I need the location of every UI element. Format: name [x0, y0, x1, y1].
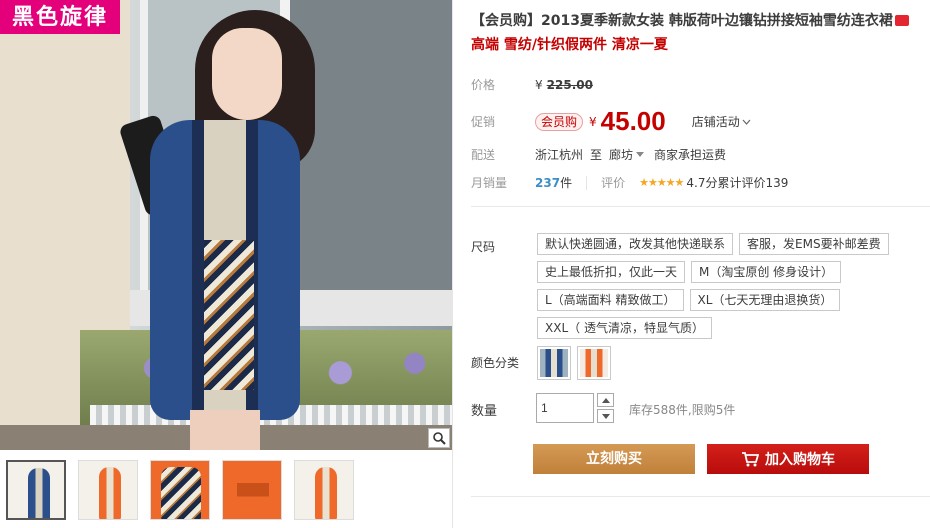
quantity-decrease-button[interactable] — [597, 409, 614, 423]
original-price-label: 价格 — [471, 78, 496, 92]
add-to-cart-button[interactable]: 加入购物车 — [707, 444, 869, 474]
quantity-input[interactable] — [536, 393, 594, 423]
shop-activity-label: 店铺活动 — [691, 115, 740, 129]
divider-line — [471, 206, 930, 207]
shipping-to-word: 至 — [590, 148, 603, 162]
thumbnail-5[interactable] — [294, 460, 354, 520]
original-price-value: 225.00 — [546, 77, 593, 92]
color-label: 颜色分类 — [471, 356, 520, 370]
total-reviews-count: 139 — [765, 176, 789, 190]
product-gallery: 黑色旋律 — [0, 0, 452, 528]
quantity-increase-button[interactable] — [597, 393, 614, 407]
size-options: 默认快递圆通，改发其他快递联系 客服，发EMS要补邮差费 史上最低折扣，仅此一天… — [537, 233, 927, 339]
stock-info: 库存588件,限购5件 — [629, 403, 736, 417]
product-title: 【会员购】2013夏季新款女装 韩版荷叶边镶钻拼接短袖雪纺连衣裙 — [471, 10, 930, 32]
total-reviews-link[interactable]: 累计评价139 — [718, 174, 789, 191]
promo-price-row: 促销 会员购 ¥ 45.00 店铺活动 — [471, 106, 751, 137]
cart-icon — [742, 452, 759, 467]
shipping-from: 浙江杭州 — [535, 148, 584, 162]
rating-label: 评价 — [601, 176, 626, 190]
shipping-label: 配送 — [471, 148, 496, 162]
arrow-down-icon — [601, 413, 610, 419]
rating-stars-icon: ★★★★★ — [639, 176, 684, 189]
product-subtitle: 高端 雪纺/针织假两件 清凉一夏 — [471, 37, 668, 53]
promo-label: 促销 — [471, 115, 496, 129]
member-badge: 会员购 — [535, 112, 584, 131]
original-price: ¥225.00 — [535, 78, 593, 92]
shop-activity-dropdown[interactable]: 店铺活动 — [692, 113, 751, 130]
size-option[interactable]: XL（七天无理由退换货） — [689, 289, 841, 311]
caret-down-icon — [636, 152, 645, 157]
zoom-icon[interactable] — [428, 428, 450, 448]
quantity-stepper — [597, 393, 614, 423]
orange-swatch — [580, 349, 608, 377]
thumbnail-list — [6, 460, 354, 520]
size-option[interactable]: L（高端面料 精致做工） — [537, 289, 684, 311]
size-label: 尺码 — [471, 240, 496, 254]
color-options — [537, 346, 611, 380]
sales-count: 237 — [535, 175, 561, 190]
product-info-panel: 【会员购】2013夏季新款女装 韩版荷叶边镶钻拼接短袖雪纺连衣裙 高端 雪纺/针… — [452, 0, 930, 528]
divider — [586, 175, 588, 190]
size-option[interactable]: 史上最低折扣，仅此一天 — [537, 261, 686, 283]
color-option-orange[interactable] — [577, 346, 611, 380]
size-option[interactable]: 默认快递圆通，改发其他快递联系 — [537, 233, 734, 255]
sales-label: 月销量 — [471, 176, 508, 190]
destination-label: 廊坊 — [609, 148, 634, 162]
thumbnail-4[interactable] — [222, 460, 282, 520]
currency-symbol: ¥ — [535, 77, 543, 92]
total-reviews-label: 累计评价 — [717, 176, 766, 190]
sales-unit: 件 — [560, 176, 573, 190]
product-title-text: 【会员购】2013夏季新款女装 韩版荷叶边镶钻拼接短袖雪纺连衣裙 — [471, 13, 893, 29]
main-product-image[interactable] — [0, 0, 452, 450]
size-option[interactable]: XXL（ 透气清凉，特显气质） — [537, 317, 712, 339]
quantity-label: 数量 — [471, 404, 498, 419]
thumbnail-1[interactable] — [6, 460, 66, 520]
brand-logo: 黑色旋律 — [0, 0, 120, 34]
sales-row: 月销量 237 件 评价 ★★★★★ 4.7分 累计评价139 — [471, 174, 788, 191]
divider-line — [471, 496, 930, 497]
destination-dropdown[interactable]: 廊坊 — [609, 146, 645, 163]
arrow-up-icon — [601, 397, 610, 403]
original-price-row: 价格 ¥225.00 — [471, 76, 593, 93]
blue-swatch — [540, 349, 568, 377]
thumbnail-3[interactable] — [150, 460, 210, 520]
shipping-row: 配送 浙江杭州 至 廊坊 商家承担运费 — [471, 146, 726, 163]
buy-now-button[interactable]: 立刻购买 — [533, 444, 695, 474]
thumbnail-2[interactable] — [78, 460, 138, 520]
size-option[interactable]: 客服，发EMS要补邮差费 — [739, 233, 889, 255]
currency-symbol: ¥ — [589, 114, 597, 129]
size-option[interactable]: M（淘宝原创 修身设计） — [691, 261, 842, 283]
shipping-fee: 商家承担运费 — [654, 148, 727, 162]
promo-price: 45.00 — [600, 106, 666, 136]
chevron-down-icon — [742, 119, 751, 125]
rating-score: 4.7分 — [686, 176, 718, 190]
color-option-blue[interactable] — [537, 346, 571, 380]
flag-icon — [894, 15, 909, 26]
add-to-cart-label: 加入购物车 — [765, 452, 835, 468]
